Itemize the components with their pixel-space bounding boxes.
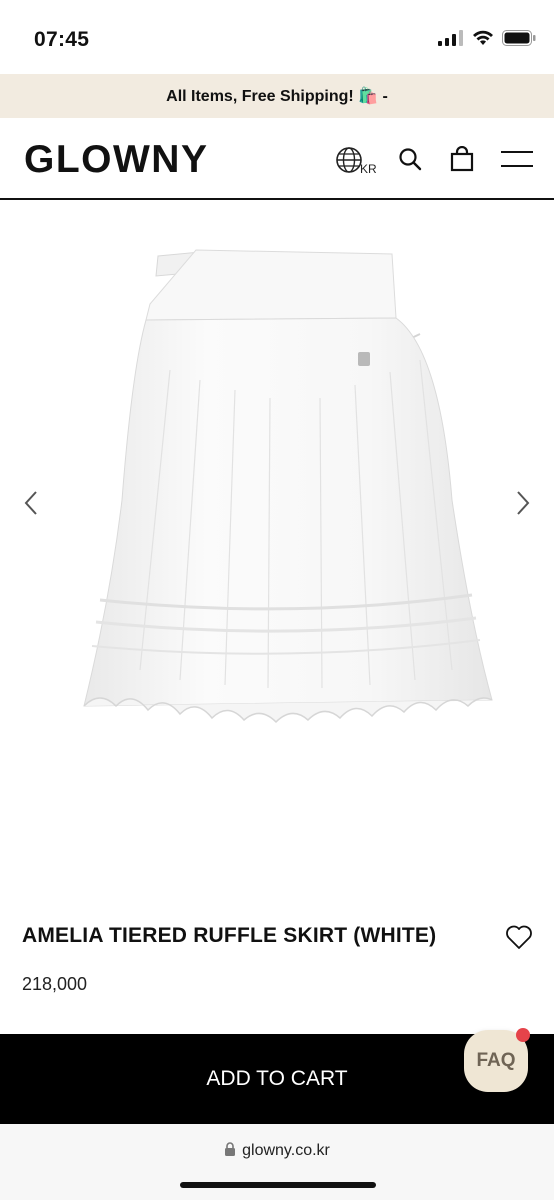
notification-dot (516, 1028, 530, 1042)
url-display[interactable]: glowny.co.kr (0, 1142, 554, 1160)
site-header: GLOWNY KR (0, 118, 554, 200)
promo-banner[interactable]: All Items, Free Shipping! 🛍️ - (0, 74, 554, 118)
browser-url-bar[interactable]: glowny.co.kr (0, 1124, 554, 1200)
heart-icon[interactable] (505, 924, 533, 950)
globe-icon[interactable] (335, 146, 363, 174)
cellular-signal-icon (438, 30, 463, 46)
promo-text: All Items, Free Shipping! 🛍️ - (166, 88, 388, 105)
url-text: glowny.co.kr (242, 1142, 330, 1159)
brand-logo[interactable]: GLOWNY (24, 138, 208, 182)
product-title: AMELIA TIERED RUFFLE SKIRT (WHITE) (22, 924, 437, 947)
faq-button[interactable]: FAQ (464, 1028, 530, 1092)
battery-icon (502, 30, 536, 46)
language-label[interactable]: KR (360, 162, 377, 176)
product-price: 218,000 (22, 974, 88, 994)
wifi-icon (473, 30, 493, 45)
home-indicator (180, 1182, 376, 1188)
status-icons (438, 30, 536, 46)
shopping-bag-icon[interactable] (450, 146, 474, 172)
add-to-cart-label: ADD TO CART (206, 1067, 348, 1090)
chevron-left-icon[interactable] (22, 490, 40, 516)
product-gallery[interactable] (0, 200, 554, 900)
product-image (83, 249, 493, 724)
search-icon[interactable] (398, 147, 422, 171)
chevron-right-icon[interactable] (514, 490, 532, 516)
status-bar: 07:45 (0, 0, 554, 74)
lock-icon (225, 1142, 236, 1156)
status-time: 07:45 (34, 28, 90, 51)
faq-label: FAQ (476, 1050, 516, 1071)
hamburger-menu-icon[interactable] (501, 150, 533, 168)
